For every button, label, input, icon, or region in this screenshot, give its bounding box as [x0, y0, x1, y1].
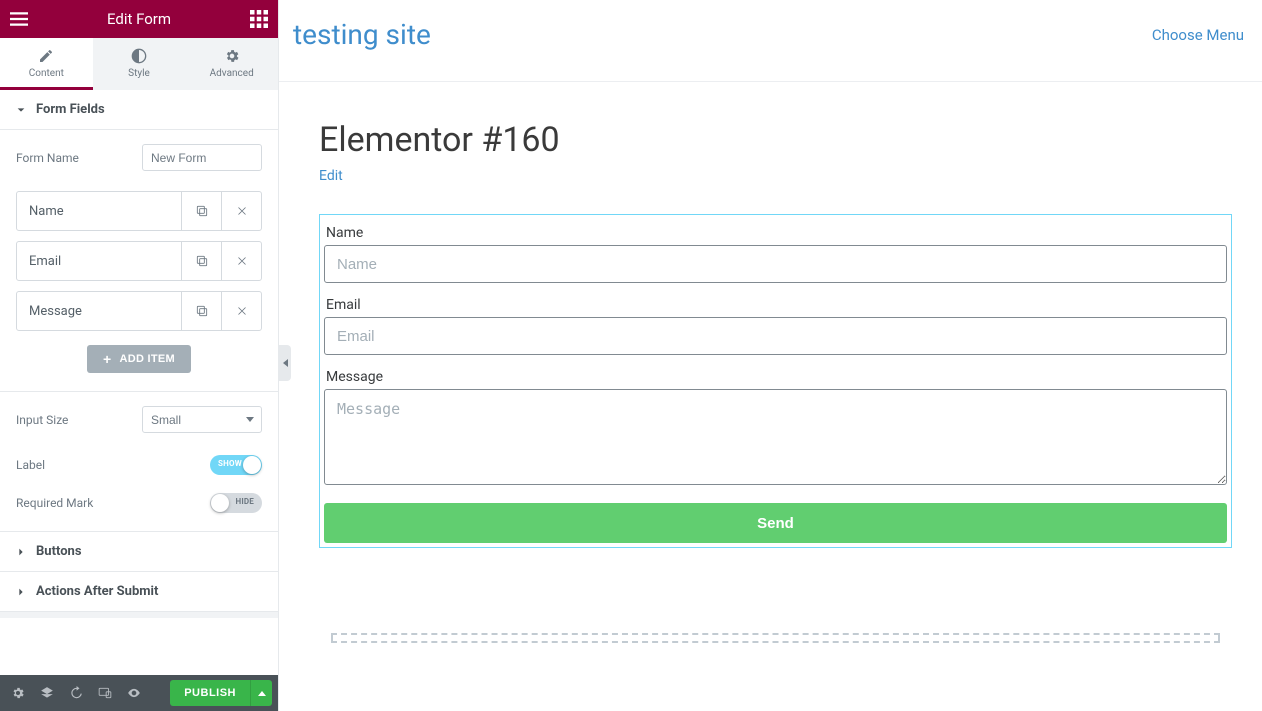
required-mark-label: Required Mark: [16, 496, 93, 510]
menu-icon[interactable]: [10, 10, 28, 28]
apps-icon[interactable]: [250, 10, 268, 28]
field-label-message: Message: [324, 369, 1229, 385]
name-input[interactable]: [324, 245, 1227, 283]
publish-options-button[interactable]: [250, 680, 272, 706]
section-buttons[interactable]: Buttons: [0, 532, 278, 572]
preview-canvas: testing site Choose Menu Elementor #160 …: [279, 0, 1262, 711]
sidebar-title: Edit Form: [28, 10, 250, 28]
form-name-label: Form Name: [16, 151, 79, 165]
layers-icon: [40, 686, 54, 700]
copy-icon: [195, 254, 209, 268]
tab-content[interactable]: Content: [0, 38, 93, 90]
repeater-item[interactable]: Name: [16, 191, 262, 231]
add-item-label: ADD ITEM: [119, 353, 175, 365]
submit-button[interactable]: Send: [324, 503, 1227, 543]
message-textarea[interactable]: [324, 389, 1227, 485]
remove-button[interactable]: [221, 292, 261, 330]
email-input[interactable]: [324, 317, 1227, 355]
tab-advanced[interactable]: Advanced: [185, 38, 278, 90]
tab-style-label: Style: [128, 68, 150, 79]
repeater-item-label[interactable]: Message: [17, 292, 181, 330]
duplicate-button[interactable]: [181, 242, 221, 280]
choose-menu-link[interactable]: Choose Menu: [1152, 26, 1244, 44]
responsive-button[interactable]: [93, 681, 117, 705]
history-button[interactable]: [64, 681, 88, 705]
gear-icon: [11, 686, 25, 700]
chevron-right-icon: [16, 587, 26, 597]
close-icon: [235, 254, 249, 268]
section-actions-after-submit[interactable]: Actions After Submit: [0, 572, 278, 612]
chevron-right-icon: [16, 547, 26, 557]
sidebar-tabs: Content Style Advanced: [0, 38, 278, 90]
editor-sidebar: Edit Form Content Style Advanced: [0, 0, 279, 711]
chevron-down-icon: [16, 105, 26, 115]
label-toggle-text: SHOW: [218, 459, 242, 468]
remove-button[interactable]: [221, 242, 261, 280]
plus-icon: +: [103, 352, 111, 366]
history-icon: [69, 686, 83, 700]
sidebar-header: Edit Form: [0, 0, 278, 38]
remove-button[interactable]: [221, 192, 261, 230]
repeater-item-label[interactable]: Name: [17, 192, 181, 230]
fields-repeater: Name Email Message: [16, 191, 262, 331]
drop-zone[interactable]: [331, 633, 1220, 643]
site-title[interactable]: testing site: [293, 18, 431, 51]
section-buttons-label: Buttons: [36, 544, 82, 559]
contrast-icon: [131, 48, 147, 64]
duplicate-button[interactable]: [181, 192, 221, 230]
section-actions-after-submit-label: Actions After Submit: [36, 584, 158, 599]
close-icon: [235, 304, 249, 318]
repeater-item[interactable]: Email: [16, 241, 262, 281]
navigator-button[interactable]: [35, 681, 59, 705]
sidebar-footer: PUBLISH: [0, 675, 278, 711]
eye-icon: [127, 686, 141, 700]
gear-icon: [224, 48, 240, 64]
preview-button[interactable]: [122, 681, 146, 705]
copy-icon: [195, 304, 209, 318]
input-size-select[interactable]: [142, 406, 262, 433]
form-widget[interactable]: Name Email Message Send: [319, 214, 1232, 548]
required-mark-toggle[interactable]: HIDE: [210, 493, 262, 513]
section-form-fields[interactable]: Form Fields: [0, 90, 278, 130]
copy-icon: [195, 204, 209, 218]
site-header: testing site Choose Menu: [279, 0, 1262, 82]
section-form-fields-label: Form Fields: [36, 102, 105, 117]
edit-link[interactable]: Edit: [319, 168, 343, 184]
repeater-item-label[interactable]: Email: [17, 242, 181, 280]
settings-button[interactable]: [6, 681, 30, 705]
tab-style[interactable]: Style: [93, 38, 186, 90]
required-mark-toggle-text: HIDE: [236, 497, 255, 506]
publish-button[interactable]: PUBLISH: [170, 680, 250, 706]
add-item-button[interactable]: + ADD ITEM: [87, 345, 191, 373]
label-toggle-label: Label: [16, 458, 45, 472]
page-title: Elementor #160: [319, 120, 1232, 160]
tab-advanced-label: Advanced: [210, 68, 254, 79]
collapse-sidebar-button[interactable]: [279, 345, 291, 381]
field-label-email: Email: [324, 297, 1229, 313]
label-toggle[interactable]: SHOW: [210, 455, 262, 475]
pencil-icon: [38, 48, 54, 64]
repeater-item[interactable]: Message: [16, 291, 262, 331]
tab-content-label: Content: [29, 68, 64, 79]
duplicate-button[interactable]: [181, 292, 221, 330]
field-label-name: Name: [324, 225, 1229, 241]
devices-icon: [98, 686, 112, 700]
input-size-label: Input Size: [16, 413, 68, 427]
close-icon: [235, 204, 249, 218]
form-name-input[interactable]: [142, 144, 262, 171]
